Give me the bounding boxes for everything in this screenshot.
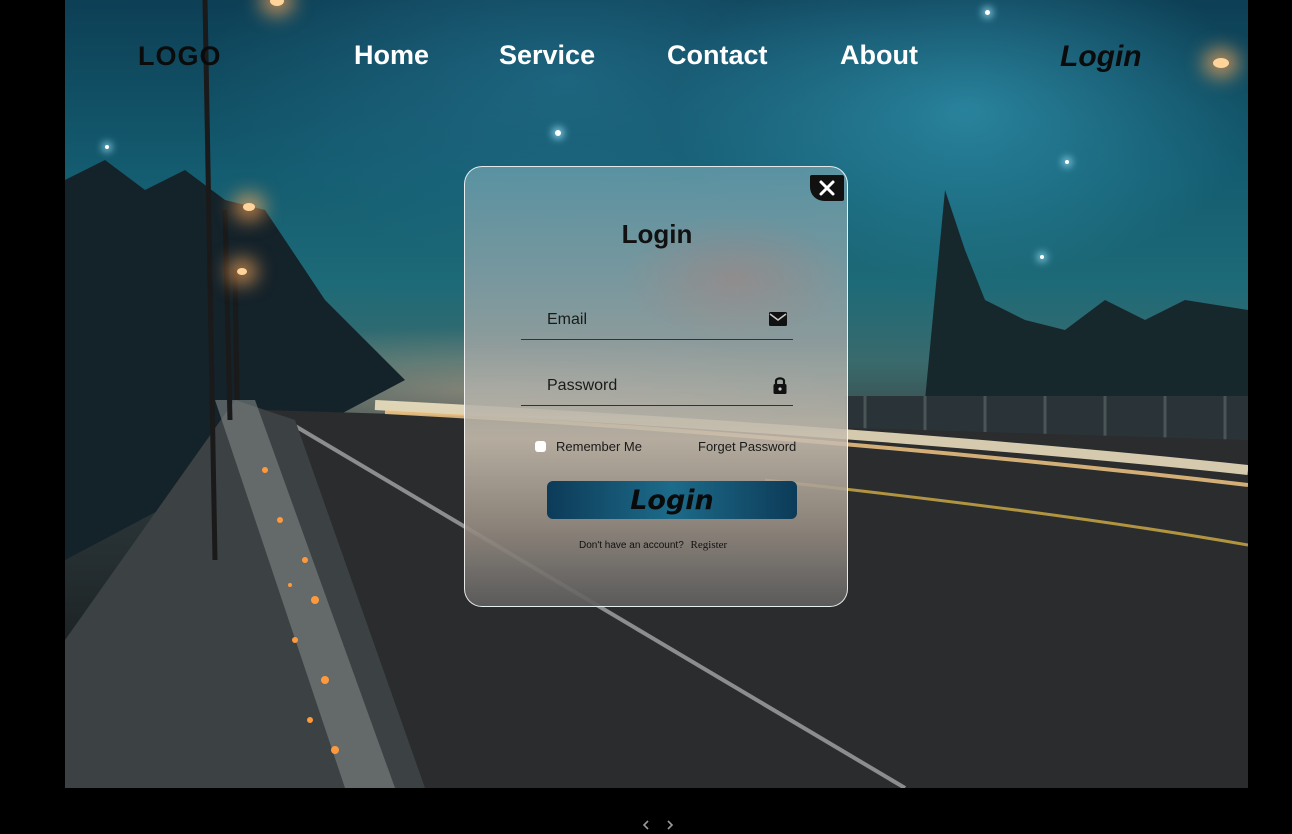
password-label: Password [547, 377, 618, 394]
star [1065, 160, 1069, 164]
no-account-text: Don't have an account? [579, 540, 684, 551]
close-button[interactable] [810, 175, 844, 201]
nav-home-link[interactable]: Home [354, 40, 429, 71]
forget-password-link[interactable]: Forget Password [698, 439, 796, 454]
street-lamp [243, 203, 255, 211]
register-prompt: Don't have an account? Register [579, 539, 727, 551]
star [555, 130, 561, 136]
login-submit-label: Login [630, 484, 714, 516]
chevron-left-right-icon [642, 820, 674, 830]
logo: LOGO [138, 41, 222, 71]
nav-login-link[interactable]: Login [1060, 40, 1142, 74]
pager-arrows[interactable] [638, 818, 678, 834]
remember-me-checkbox[interactable] [535, 441, 546, 452]
remember-me-option[interactable]: Remember Me [535, 439, 642, 454]
email-field[interactable]: Email [521, 303, 793, 340]
remember-me-label: Remember Me [556, 439, 642, 454]
envelope-icon [769, 312, 787, 326]
login-dialog: Login Email Password Remember Me Forget … [464, 166, 848, 607]
dialog-title: Login [621, 219, 693, 249]
nav-contact-link[interactable]: Contact [667, 40, 768, 71]
password-field[interactable]: Password [521, 369, 793, 406]
register-link[interactable]: Register [691, 539, 728, 551]
star [1040, 255, 1044, 259]
login-submit-button[interactable]: Login [547, 481, 797, 519]
star [985, 10, 990, 15]
nav-about-link[interactable]: About [840, 40, 918, 71]
lock-icon [773, 377, 787, 394]
email-label: Email [547, 311, 588, 328]
street-lamp [237, 268, 247, 275]
close-icon [819, 180, 835, 196]
street-lamp [1213, 58, 1229, 68]
star [105, 145, 109, 149]
nav-service-link[interactable]: Service [499, 40, 595, 71]
